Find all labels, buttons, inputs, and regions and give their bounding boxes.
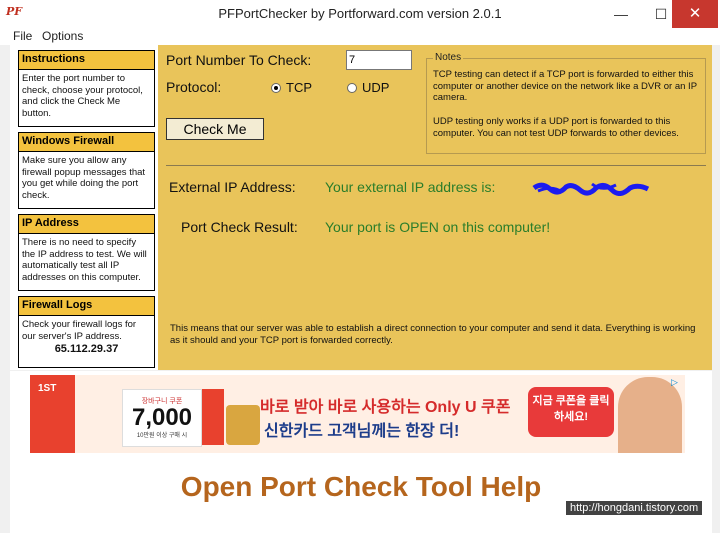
ad-coins-image	[226, 405, 260, 445]
ad-cta-bubble[interactable]: 지금 쿠폰을 클릭하세요!	[528, 387, 614, 437]
ip-address-box: IP Address There is no need to specify t…	[18, 214, 155, 291]
ad-brand-strip: 1ST	[30, 375, 75, 453]
port-check-result: Your port is OPEN on this computer!	[325, 219, 551, 235]
firewall-box: Windows Firewall Make sure you allow any…	[18, 132, 155, 209]
firewall-text: Make sure you allow any firewall popup m…	[22, 155, 146, 201]
menu-bar: File Options	[0, 28, 720, 45]
ad-card-bottom: 10만원 이상 구매 시	[136, 433, 188, 439]
external-ip-label: External IP Address:	[169, 179, 296, 195]
ad-ribbon	[202, 389, 224, 445]
ad-card-amount: 7,000	[131, 404, 193, 431]
ip-address-text: There is no need to specify the IP addre…	[22, 237, 147, 283]
server-ip: 65.112.29.37	[54, 343, 119, 355]
notes-udp: UDP testing only works if a UDP port is …	[433, 116, 679, 139]
tcp-label[interactable]: TCP	[286, 80, 312, 95]
help-pane: 1ST 장바구니 쿠폰 7,000 10만원 이상 구매 시 바로 받아 바로 …	[10, 371, 720, 533]
firewall-logs-desc: Check your firewall logs for our server'…	[22, 319, 137, 342]
port-check-label: Port Check Result:	[181, 219, 298, 235]
notes-group: Notes TCP testing can detect if a TCP po…	[426, 52, 706, 154]
ip-address-title: IP Address	[19, 215, 154, 234]
checker-panel: Port Number To Check: Protocol: TCP UDP …	[158, 45, 712, 370]
minimize-button[interactable]: —	[600, 0, 642, 28]
adchoices-icon[interactable]: ▷	[671, 377, 678, 388]
port-input[interactable]	[346, 50, 412, 70]
tcp-radio[interactable]	[271, 83, 281, 93]
ad-coupon-card: 장바구니 쿠폰 7,000 10만원 이상 구매 시	[122, 389, 202, 447]
sidebar: Instructions Enter the port number to ch…	[10, 45, 158, 370]
protocol-label: Protocol:	[166, 79, 222, 95]
main-panel: Instructions Enter the port number to ch…	[10, 45, 712, 370]
port-label: Port Number To Check:	[166, 52, 312, 68]
udp-label[interactable]: UDP	[362, 80, 389, 95]
ad-brand-badge: 1ST	[38, 383, 57, 394]
notes-tcp: TCP testing can detect if a TCP port is …	[433, 69, 697, 103]
result-explanation: This means that our server was able to e…	[170, 323, 696, 346]
firewall-logs-text: Check your firewall logs for our server'…	[19, 316, 154, 359]
ad-headline: 바로 받아 바로 사용하는 Only U 쿠폰	[260, 399, 511, 416]
instructions-title: Instructions	[19, 51, 154, 70]
divider	[166, 165, 706, 166]
title-bar: PF PFPortChecker by Portforward.com vers…	[0, 0, 720, 28]
instructions-box: Instructions Enter the port number to ch…	[18, 50, 155, 127]
redacted-ip-scribble	[532, 182, 650, 196]
ad-model-image	[618, 377, 682, 453]
check-me-button[interactable]: Check Me	[166, 118, 264, 140]
help-title: Open Port Check Tool Help	[180, 471, 542, 502]
menu-file[interactable]: File	[13, 29, 32, 43]
firewall-logs-box: Firewall Logs Check your firewall logs f…	[18, 296, 155, 368]
instructions-text: Enter the port number to check, choose y…	[22, 73, 143, 119]
ad-subline: 신한카드 고객님께는 한장 더!	[264, 423, 460, 440]
advertisement-banner[interactable]: 1ST 장바구니 쿠폰 7,000 10만원 이상 구매 시 바로 받아 바로 …	[30, 375, 685, 453]
udp-radio[interactable]	[347, 83, 357, 93]
notes-title: Notes	[433, 52, 464, 63]
scrollbar[interactable]	[712, 371, 720, 521]
app-window: PF PFPortChecker by Portforward.com vers…	[0, 0, 720, 533]
menu-options[interactable]: Options	[42, 29, 83, 43]
firewall-logs-title: Firewall Logs	[19, 297, 154, 316]
watermark: http://hongdani.tistory.com	[566, 501, 703, 515]
close-button[interactable]: ✕	[672, 0, 718, 28]
external-ip-value: Your external IP address is:	[325, 179, 496, 195]
firewall-title: Windows Firewall	[19, 133, 154, 152]
